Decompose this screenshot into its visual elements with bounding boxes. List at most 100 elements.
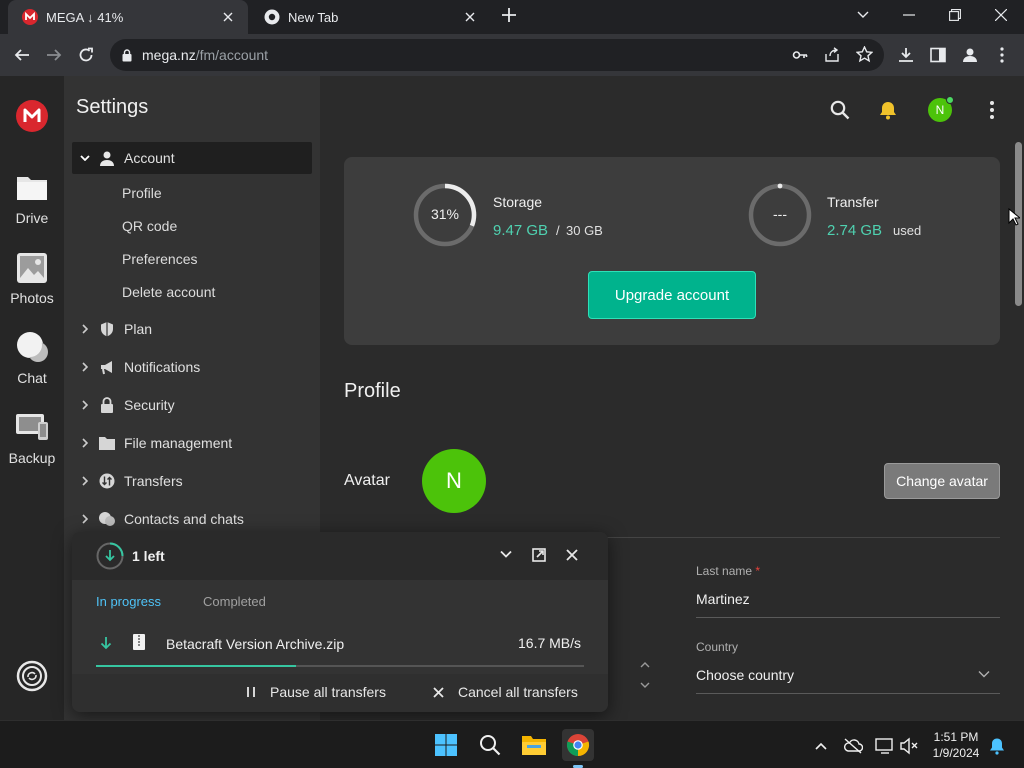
share-icon[interactable]	[824, 47, 840, 63]
expand-icon[interactable]	[532, 548, 546, 562]
chevron-right-icon	[78, 476, 92, 486]
sidebar-item-plan[interactable]: Plan	[72, 313, 312, 345]
last-name-field[interactable]: Martinez	[696, 591, 750, 607]
sidebar-item-label: Plan	[124, 321, 153, 337]
profile-icon[interactable]	[954, 39, 986, 71]
chrome-icon	[264, 9, 280, 25]
rail-label: Drive	[15, 210, 49, 226]
transfer-progress-bar	[96, 665, 584, 667]
browser-tab-strip: MEGA ↓ 41% New Tab	[0, 0, 1024, 34]
avatar: N	[422, 449, 486, 513]
windows-start-icon[interactable]	[430, 729, 462, 761]
restore-button[interactable]	[932, 0, 978, 30]
sidebar-subitem-qr-code[interactable]: QR code	[122, 218, 177, 234]
bell-icon[interactable]	[874, 96, 902, 124]
address-bar[interactable]: mega.nz/fm/account	[110, 39, 884, 71]
sidebar-item-security[interactable]: Security	[72, 389, 312, 421]
close-icon[interactable]	[566, 549, 578, 561]
volume-muted-icon[interactable]	[898, 735, 920, 757]
sidebar-subitem-preferences[interactable]: Preferences	[122, 251, 197, 267]
close-icon[interactable]	[462, 9, 478, 25]
storage-label: Storage	[493, 194, 543, 210]
rail-item-backup[interactable]: Backup	[0, 410, 64, 466]
key-icon[interactable]	[792, 47, 808, 63]
tab-search-button[interactable]	[840, 0, 886, 30]
chrome-icon[interactable]	[562, 729, 594, 768]
download-arrow-icon	[100, 636, 112, 650]
back-button[interactable]	[6, 39, 38, 71]
close-window-button[interactable]	[978, 0, 1024, 30]
rail-item-photos[interactable]: Photos	[0, 250, 64, 306]
required-mark: *	[755, 564, 761, 578]
chrome-menu-icon[interactable]	[986, 39, 1018, 71]
transfer-manager-widget: 1 left In progress Completed Betacraft V…	[72, 532, 608, 712]
notification-bell-icon[interactable]	[986, 735, 1008, 757]
cloud-offline-icon[interactable]	[842, 735, 864, 757]
rail-item-drive[interactable]: Drive	[0, 170, 64, 226]
search-icon[interactable]	[474, 729, 506, 761]
tab-title: MEGA ↓ 41%	[46, 9, 124, 25]
avatar[interactable]: N	[926, 96, 954, 124]
stepper-icon[interactable]	[640, 660, 650, 690]
profile-heading: Profile	[344, 380, 401, 402]
pause-icon	[246, 686, 256, 698]
search-icon[interactable]	[826, 96, 854, 124]
transfer-speed: 16.7 MB/s	[518, 635, 582, 651]
lock-icon	[98, 396, 116, 414]
storage-total: 30 GB	[566, 223, 603, 238]
cancel-all-label: Cancel all transfers	[458, 684, 578, 700]
show-hidden-icons-chevron-icon[interactable]	[810, 735, 832, 757]
chevron-down-icon[interactable]	[978, 670, 990, 678]
sidebar-item-notifications[interactable]: Notifications	[72, 351, 312, 383]
avatar-initial: N	[935, 103, 945, 117]
minimize-button[interactable]	[886, 0, 932, 30]
file-explorer-icon[interactable]	[518, 729, 550, 761]
sidebar-item-label: File management	[124, 435, 233, 451]
chevron-down-icon[interactable]	[500, 550, 512, 558]
sidebar-item-file-management[interactable]: File management	[72, 427, 312, 459]
chevron-right-icon	[78, 438, 92, 448]
taskbar-clock[interactable]: 1:51 PM 1/9/2024	[922, 729, 990, 761]
pause-all-transfers-button[interactable]: Pause all transfers	[246, 684, 386, 700]
transfers-remaining: 1 left	[132, 548, 165, 564]
tab-new-tab[interactable]: New Tab	[250, 0, 490, 34]
mega-logo-icon[interactable]	[16, 100, 48, 132]
transfer-icon	[98, 472, 116, 490]
change-avatar-button[interactable]: Change avatar	[884, 463, 1000, 499]
sidebar-item-account[interactable]: Account	[72, 142, 312, 174]
tab-mega[interactable]: MEGA ↓ 41%	[8, 0, 248, 34]
lock-icon[interactable]	[122, 48, 132, 62]
last-name-label-text: Last name	[696, 564, 753, 578]
network-icon[interactable]	[874, 735, 896, 757]
side-panel-button[interactable]	[922, 39, 954, 71]
new-tab-button[interactable]	[492, 0, 526, 30]
transfer-used-suffix: used	[893, 223, 922, 238]
cancel-all-transfers-button[interactable]: Cancel all transfers	[433, 684, 578, 700]
tab-in-progress[interactable]: In progress	[96, 594, 161, 609]
mega-logo-icon	[22, 9, 38, 25]
sync-status-icon[interactable]	[16, 660, 48, 692]
downloads-button[interactable]	[890, 39, 922, 71]
upgrade-account-button[interactable]: Upgrade account	[588, 271, 756, 319]
sidebar-subitem-profile[interactable]: Profile	[122, 185, 162, 201]
url-host: mega.nz	[142, 47, 196, 63]
transfer-row[interactable]: Betacraft Version Archive.zip 16.7 MB/s	[72, 620, 608, 670]
user-icon	[98, 149, 116, 167]
close-icon[interactable]	[220, 9, 236, 25]
left-rail: Drive Photos Chat Backup	[0, 76, 64, 720]
sidebar-subitem-delete-account[interactable]: Delete account	[122, 284, 215, 300]
sidebar-item-contacts-and-chats[interactable]: Contacts and chats	[72, 503, 312, 535]
mouse-cursor-icon	[1008, 208, 1020, 226]
tab-completed[interactable]: Completed	[203, 594, 266, 609]
reload-button[interactable]	[70, 39, 102, 71]
more-menu-icon[interactable]	[978, 96, 1006, 124]
transfer-tabs: In progress Completed	[72, 580, 608, 620]
country-select[interactable]: Choose country	[696, 667, 794, 683]
rail-item-chat[interactable]: Chat	[0, 330, 64, 386]
forward-button[interactable]	[38, 39, 70, 71]
sidebar-item-transfers[interactable]: Transfers	[72, 465, 312, 497]
chevron-right-icon	[78, 514, 92, 524]
bookmark-star-icon[interactable]	[856, 46, 873, 63]
quota-card: 31% Storage 9.47 GB / 30 GB --- Transfer…	[344, 157, 1000, 345]
tab-title: New Tab	[288, 9, 339, 25]
